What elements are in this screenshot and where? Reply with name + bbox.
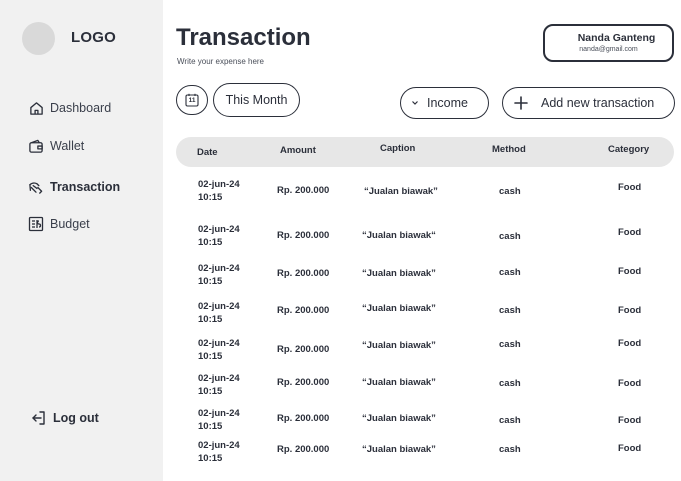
amount-cell: Rp. 200.000 <box>277 305 330 316</box>
sidebar-item-dashboard[interactable]: Dashboard <box>27 98 111 118</box>
sidebar-item-wallet[interactable]: Wallet <box>27 136 84 156</box>
user-email: nanda@gmail.com <box>579 46 638 53</box>
category-cell: Food <box>618 338 642 349</box>
date-text: 02-jun-24 <box>198 338 240 349</box>
sidebar-item-transaction[interactable]: Transaction <box>27 177 120 197</box>
amount-cell: Rp. 200.000 <box>277 268 330 279</box>
column-header-date: Date <box>197 147 218 158</box>
home-icon <box>27 99 45 117</box>
calendar-day: 11 <box>188 97 196 104</box>
table-header: Date Amount Caption Method Category <box>176 137 674 167</box>
logout-label: Log out <box>53 411 99 425</box>
caption-cell: “Jualan biawak” <box>362 413 436 424</box>
amount-cell: Rp. 200.000 <box>277 413 330 424</box>
date-cell: 02-jun-24 10:15 <box>198 337 258 363</box>
date-cell: 02-jun-24 10:15 <box>198 300 258 326</box>
column-header-category: Category <box>608 144 650 155</box>
column-header-caption: Caption <box>380 143 416 154</box>
method-cell: cash <box>499 339 521 350</box>
caption-cell: “Jualan biawak” <box>362 377 436 388</box>
budget-icon <box>27 215 45 233</box>
date-text: 02-jun-24 <box>198 263 240 274</box>
income-filter-label: Income <box>427 96 468 110</box>
logo-mark <box>22 22 55 55</box>
user-name: Nanda Ganteng <box>577 32 656 44</box>
time-text: 10:15 <box>198 351 223 362</box>
category-cell: Food <box>618 378 642 389</box>
date-cell: 02-jun-24 10:15 <box>198 439 258 465</box>
calendar-button[interactable]: 11 <box>176 85 208 115</box>
user-profile-card[interactable]: Nanda Ganteng nanda@gmail.com <box>543 24 674 62</box>
income-filter-dropdown[interactable]: Income <box>400 87 489 119</box>
date-text: 02-jun-24 <box>198 408 240 419</box>
time-text: 10:15 <box>198 453 223 464</box>
time-text: 10:15 <box>198 386 223 397</box>
method-cell: cash <box>499 444 521 455</box>
sidebar-item-label: Budget <box>50 217 90 231</box>
column-header-method: Method <box>492 144 526 155</box>
category-cell: Food <box>618 182 642 193</box>
page-title: Transaction <box>176 24 311 51</box>
sidebar: LOGO Dashboard Wallet Transaction Budget… <box>0 0 163 481</box>
time-text: 10:15 <box>198 237 223 248</box>
amount-cell: Rp. 200.000 <box>277 344 330 355</box>
time-text: 10:15 <box>198 276 223 287</box>
date-cell: 02-jun-24 10:15 <box>198 223 258 249</box>
add-transaction-button[interactable]: Add new transaction <box>502 87 675 119</box>
category-cell: Food <box>618 305 642 316</box>
sidebar-item-label: Dashboard <box>50 101 112 115</box>
date-cell: 02-jun-24 10:15 <box>198 372 258 398</box>
plus-icon <box>514 96 528 110</box>
category-cell: Food <box>618 415 642 426</box>
method-cell: cash <box>499 305 521 316</box>
caption-cell: “Jualan biawak“ <box>362 230 436 241</box>
sidebar-item-budget[interactable]: Budget <box>27 214 90 234</box>
method-cell: cash <box>499 415 521 426</box>
amount-cell: Rp. 200.000 <box>277 185 330 196</box>
method-cell: cash <box>499 231 521 242</box>
time-text: 10:15 <box>198 314 223 325</box>
date-text: 02-jun-24 <box>198 179 240 190</box>
add-transaction-label: Add new transaction <box>541 96 655 110</box>
logo-text: LOGO <box>71 29 116 46</box>
date-text: 02-jun-24 <box>198 373 240 384</box>
category-cell: Food <box>618 227 642 238</box>
time-text: 10:15 <box>198 421 223 432</box>
logout-button[interactable]: Log out <box>30 409 99 427</box>
date-text: 02-jun-24 <box>198 440 240 451</box>
caption-cell: “Jualan biawak” <box>364 186 438 197</box>
amount-cell: Rp. 200.000 <box>277 230 330 241</box>
category-cell: Food <box>618 443 642 454</box>
transaction-icon <box>27 178 45 196</box>
date-text: 02-jun-24 <box>198 224 240 235</box>
method-cell: cash <box>499 378 521 389</box>
method-cell: cash <box>499 267 521 278</box>
time-text: 10:15 <box>198 192 223 203</box>
page-subtitle: Write your expense here <box>177 57 265 66</box>
period-select[interactable]: This Month <box>213 83 300 117</box>
sidebar-item-label: Transaction <box>50 180 121 194</box>
logout-icon <box>30 409 48 427</box>
date-cell: 02-jun-24 10:15 <box>198 262 258 288</box>
wallet-icon <box>27 137 45 155</box>
amount-cell: Rp. 200.000 <box>277 377 330 388</box>
column-header-amount: Amount <box>280 145 316 156</box>
sidebar-item-label: Wallet <box>50 139 85 153</box>
caption-cell: “Jualan biawak” <box>362 268 436 279</box>
caption-cell: “Jualan biawak” <box>362 303 436 314</box>
category-cell: Food <box>618 266 642 277</box>
chevron-down-icon <box>411 100 419 106</box>
amount-cell: Rp. 200.000 <box>277 444 330 455</box>
date-text: 02-jun-24 <box>198 301 240 312</box>
date-cell: 02-jun-24 10:15 <box>198 407 258 433</box>
caption-cell: “Jualan biawak” <box>362 340 436 351</box>
date-cell: 02-jun-24 10:15 <box>198 178 258 204</box>
method-cell: cash <box>499 186 521 197</box>
calendar-icon: 11 <box>185 93 199 107</box>
caption-cell: “Jualan biawak” <box>362 444 436 455</box>
